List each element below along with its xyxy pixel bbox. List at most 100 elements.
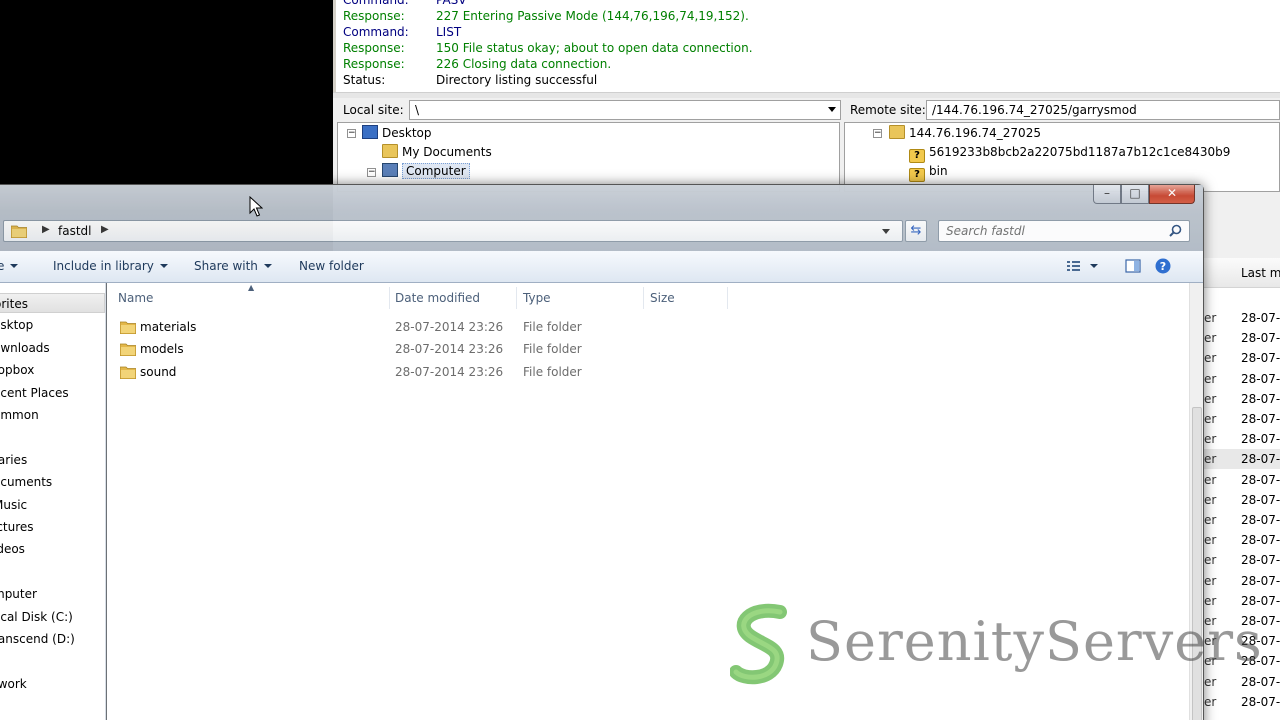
remote-list-row[interactable]: er 28-07-2: [1201, 550, 1280, 570]
nav-item[interactable]: twork: [0, 674, 105, 694]
nav-item[interactable]: orites: [0, 293, 105, 313]
sort-up-icon: ▲: [248, 283, 255, 292]
serenity-logo-icon: [730, 603, 787, 685]
nav-item[interactable]: ocal Disk (C:): [0, 607, 105, 627]
preview-pane-icon[interactable]: [1125, 258, 1141, 274]
remote-list-row[interactable]: er 28-07-2: [1201, 328, 1280, 348]
file-date: 28-07-2014 23:26: [395, 364, 504, 379]
remote-list-row[interactable]: er 28-07-2: [1201, 409, 1280, 429]
folder-icon: [889, 125, 905, 139]
pane-splitter[interactable]: [333, 92, 1280, 98]
file-type: File folder: [523, 320, 582, 334]
nav-item[interactable]: raries: [0, 450, 105, 470]
remote-list-row[interactable]: er 28-07-2: [1201, 389, 1280, 409]
include-in-library-button[interactable]: Include in library: [53, 259, 168, 273]
remote-type-cell: er: [1204, 492, 1217, 507]
column-size[interactable]: Size: [650, 287, 675, 309]
local-site-input[interactable]: \: [409, 100, 841, 120]
nav-item[interactable]: Music: [0, 495, 105, 515]
tree-item-my-documents[interactable]: My Documents: [382, 143, 492, 162]
nav-item[interactable]: esktop: [0, 315, 105, 335]
nav-item[interactable]: ranscend (D:): [0, 629, 105, 649]
new-folder-button[interactable]: New folder: [299, 259, 364, 273]
organize-button[interactable]: e: [0, 259, 19, 273]
file-type: File folder: [523, 364, 582, 379]
nav-item[interactable]: ownloads: [0, 338, 105, 358]
column-divider[interactable]: [643, 287, 644, 309]
column-divider[interactable]: [727, 287, 728, 309]
folder-icon: [11, 225, 27, 238]
nav-item[interactable]: ocuments: [0, 472, 105, 492]
tree-item-computer[interactable]: Computer: [382, 162, 470, 181]
search-input[interactable]: Search fastdl: [938, 220, 1190, 242]
table-row[interactable]: sound 28-07-2014 23:26 File folder: [107, 361, 747, 383]
remote-list-row[interactable]: er 28-07-2: [1201, 530, 1280, 550]
tree-item-hash[interactable]: ? 5619233b8bcb2a22075bd1187a7b12c1ce8430b…: [909, 143, 1230, 163]
column-date-modified[interactable]: Date modified: [395, 287, 480, 309]
message-log[interactable]: Command: PASV Response: 227 Entering Passi…: [333, 0, 1280, 92]
remote-list-row[interactable]: er 28-07-2: [1201, 490, 1280, 510]
navigation-pane[interactable]: oritesesktop ownloadsropbox ecent Placesom…: [0, 283, 106, 720]
folder-icon: [120, 321, 136, 334]
remote-date-cell: 28-07-2: [1241, 391, 1280, 406]
remote-type-cell: er: [1204, 472, 1217, 487]
remote-list-row[interactable]: er 28-07-2: [1201, 369, 1280, 389]
table-row[interactable]: materials 28-07-2014 23:26 File folder: [107, 316, 747, 338]
collapse-icon[interactable]: −: [367, 168, 376, 177]
remote-list-row[interactable]: er 28-07-2: [1201, 470, 1280, 490]
maximize-button[interactable]: □: [1121, 185, 1149, 204]
remote-list-row[interactable]: er 28-07-2: [1201, 429, 1280, 449]
file-name: materials: [140, 320, 197, 334]
remote-list-row[interactable]: er 28-07-2: [1201, 308, 1280, 328]
column-divider[interactable]: [516, 287, 517, 309]
chevron-down-icon[interactable]: [828, 107, 836, 112]
share-with-button[interactable]: Share with: [194, 259, 272, 273]
chevron-right-icon[interactable]: ▶: [101, 224, 109, 235]
nav-item[interactable]: ecent Places: [0, 383, 105, 403]
collapse-icon[interactable]: −: [873, 129, 882, 138]
remote-tree[interactable]: − 144.76.196.74_27025 ? 5619233b8bcb2a220…: [844, 122, 1280, 192]
remote-date-cell: 28-07-2: [1241, 432, 1280, 447]
refresh-icon: ⇆: [910, 223, 922, 238]
refresh-button[interactable]: ⇆: [905, 220, 927, 242]
remote-list-row[interactable]: er 28-07-2: [1201, 510, 1280, 530]
collapse-icon[interactable]: −: [347, 129, 356, 138]
remote-site-bar: Remote site: /144.76.196.74_27025/garrys…: [844, 99, 1280, 122]
chevron-down-icon[interactable]: [882, 229, 890, 234]
remote-list-row[interactable]: er 28-07-2: [1201, 348, 1280, 368]
file-name: models: [140, 342, 184, 357]
remote-list-row[interactable]: er 28-07-2: [1201, 571, 1280, 591]
remote-list-row[interactable]: er 28-07-2: [1201, 692, 1280, 712]
unknown-icon: ?: [909, 149, 925, 163]
nav-item[interactable]: ommon: [0, 405, 105, 425]
unknown-icon: ?: [909, 168, 925, 182]
nav-item[interactable]: ictures: [0, 517, 105, 537]
remote-type-cell: er: [1204, 573, 1217, 588]
nav-item[interactable]: ropbox: [0, 360, 105, 380]
view-options-icon[interactable]: [1066, 258, 1082, 274]
column-divider[interactable]: [389, 287, 390, 309]
address-bar[interactable]: ▶ fastdl ▶: [3, 220, 903, 242]
window-chrome: – □ ✕ ▶ fastdl ▶ ⇆ Search fastdl: [0, 185, 1203, 251]
remote-site-input[interactable]: /144.76.196.74_27025/garrysmod: [926, 100, 1280, 120]
column-type[interactable]: Type: [523, 287, 551, 309]
nav-item[interactable]: ideos: [0, 539, 105, 559]
view-dropdown[interactable]: [1090, 259, 1098, 273]
remote-type-cell: er: [1204, 331, 1217, 346]
local-tree[interactable]: − Desktop My Documents − Computer: [337, 122, 840, 192]
remote-type-cell: er: [1204, 452, 1217, 467]
chevron-right-icon[interactable]: ▶: [42, 224, 50, 235]
tree-item-desktop[interactable]: Desktop: [362, 124, 432, 143]
help-icon[interactable]: ?: [1155, 258, 1171, 274]
tree-item-server[interactable]: 144.76.196.74_27025: [889, 124, 1041, 143]
table-row[interactable]: models 28-07-2014 23:26 File folder: [107, 338, 747, 360]
breadcrumb-fastdl[interactable]: fastdl: [58, 224, 92, 238]
column-name[interactable]: Name: [118, 287, 153, 309]
remote-date-cell: 28-07-2: [1241, 573, 1280, 588]
nav-item[interactable]: mputer: [0, 584, 105, 604]
minimize-button[interactable]: –: [1093, 185, 1121, 204]
tree-item-bin[interactable]: ? bin: [909, 162, 948, 182]
column-last-modified[interactable]: Last m: [1201, 258, 1280, 288]
close-button[interactable]: ✕: [1149, 185, 1195, 204]
remote-list-row[interactable]: er 28-07-2: [1201, 449, 1280, 470]
